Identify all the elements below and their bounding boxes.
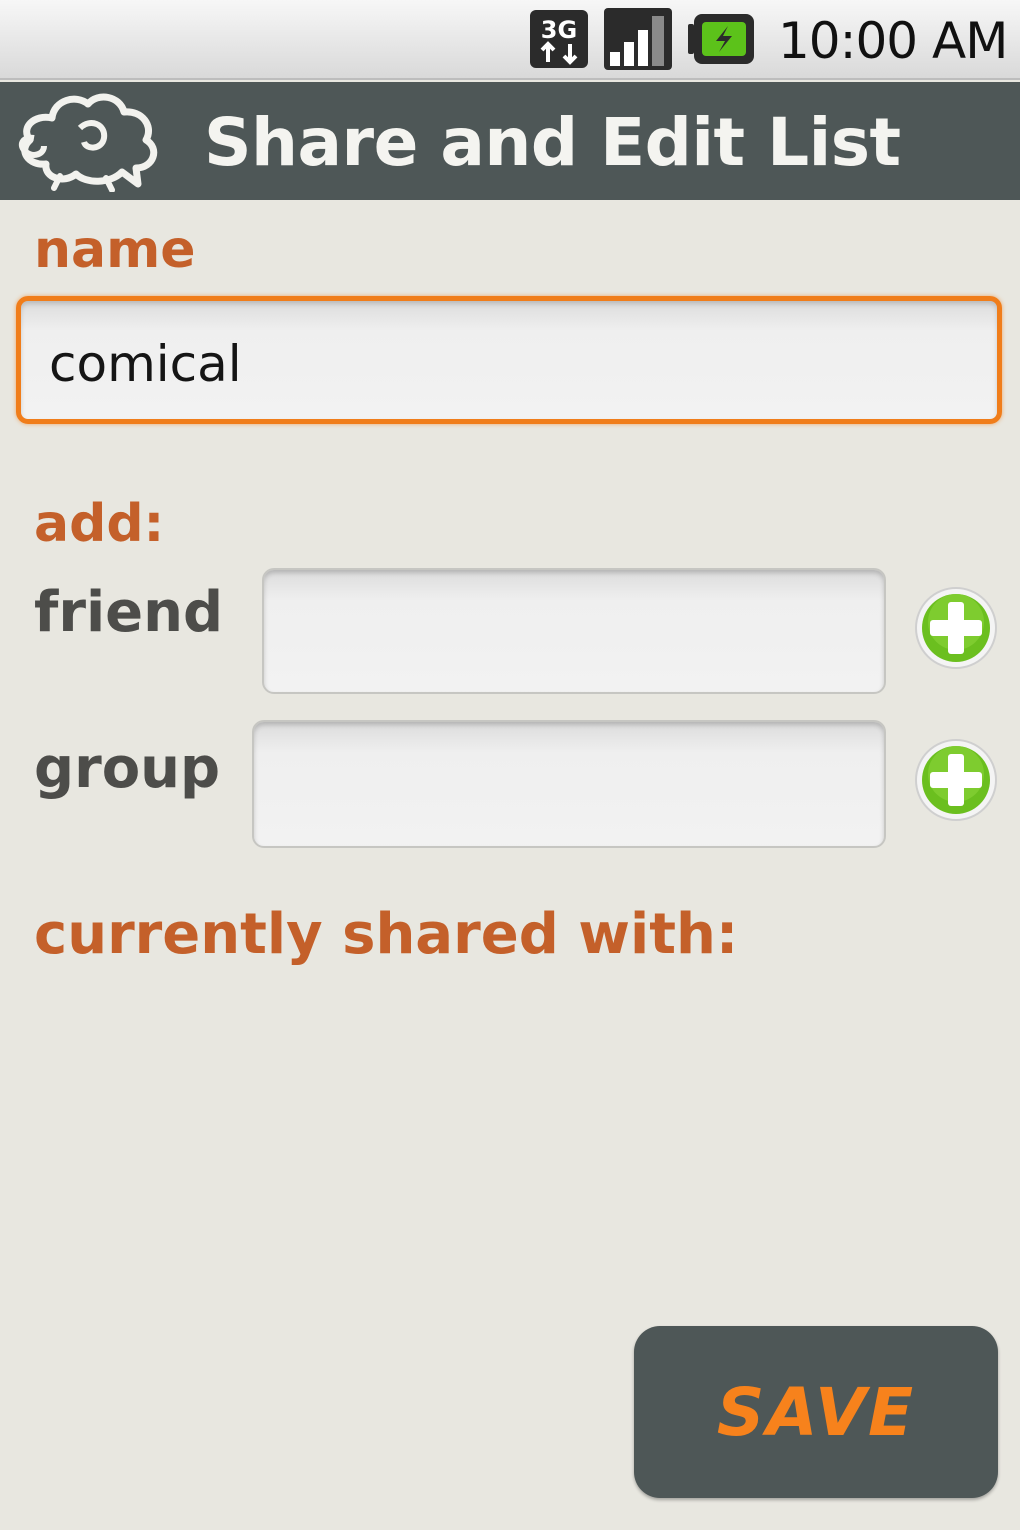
group-input[interactable] — [252, 720, 886, 848]
name-input[interactable]: comical — [16, 296, 1002, 424]
name-label: name — [34, 220, 196, 280]
status-bar: 3G 10:00 AM — [0, 0, 1020, 80]
sheep-logo-icon — [18, 93, 158, 192]
signal-strength-icon — [604, 8, 672, 70]
friend-input[interactable] — [262, 568, 886, 694]
name-input-value: comical — [49, 335, 242, 393]
group-label: group — [34, 736, 221, 801]
add-friend-button[interactable] — [914, 586, 998, 670]
friend-label: friend — [34, 580, 224, 645]
page-title: Share and Edit List — [204, 104, 901, 181]
add-label: add: — [34, 494, 165, 554]
network-label: 3G — [541, 16, 577, 44]
title-bar: Share and Edit List — [0, 82, 1020, 200]
status-time: 10:00 AM — [778, 12, 1008, 70]
battery-charging-icon — [688, 14, 754, 64]
save-button-label: SAVE — [716, 1374, 916, 1451]
save-button[interactable]: SAVE — [634, 1326, 998, 1498]
add-group-button[interactable] — [914, 738, 998, 822]
shared-with-label: currently shared with: — [34, 902, 739, 967]
3g-data-icon: 3G — [530, 10, 588, 68]
shared-with-list — [34, 990, 984, 1290]
